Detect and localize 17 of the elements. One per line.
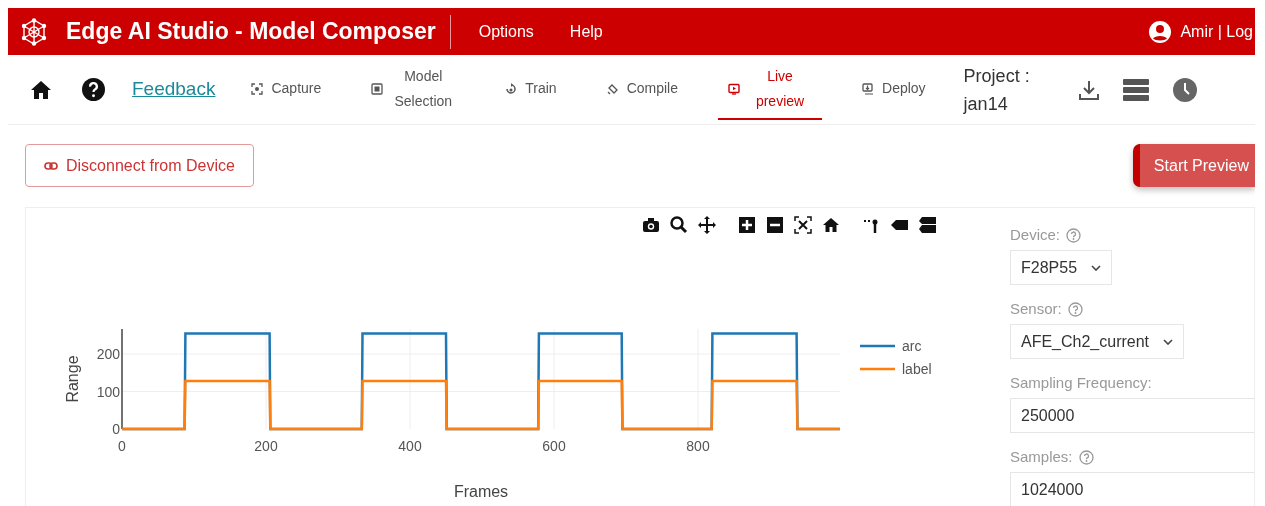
x-tick-label: 0	[118, 438, 126, 454]
project-name: jan14	[963, 92, 1009, 116]
x-tick-label: 600	[542, 438, 566, 454]
y-tick-label: 100	[96, 383, 120, 400]
field-label: Samples:	[1010, 446, 1073, 467]
y-tick-label: 0	[112, 421, 120, 437]
y-tick-label: 200	[96, 346, 120, 362]
x-tick-label: 400	[398, 438, 422, 454]
project-label: Project :	[963, 64, 1030, 88]
x-axis-title: Frames	[453, 483, 509, 500]
y-axis-title: Range	[64, 355, 81, 403]
x-tick-label: 800	[686, 438, 710, 454]
x-tick-label: 200	[254, 438, 278, 454]
field-label: Sensor:	[1010, 298, 1062, 319]
field-label: Sampling Frequency:	[1010, 372, 1152, 393]
field-label: Device:	[1010, 224, 1061, 245]
app-title: Edge AI Studio - Model Composer	[66, 17, 436, 47]
